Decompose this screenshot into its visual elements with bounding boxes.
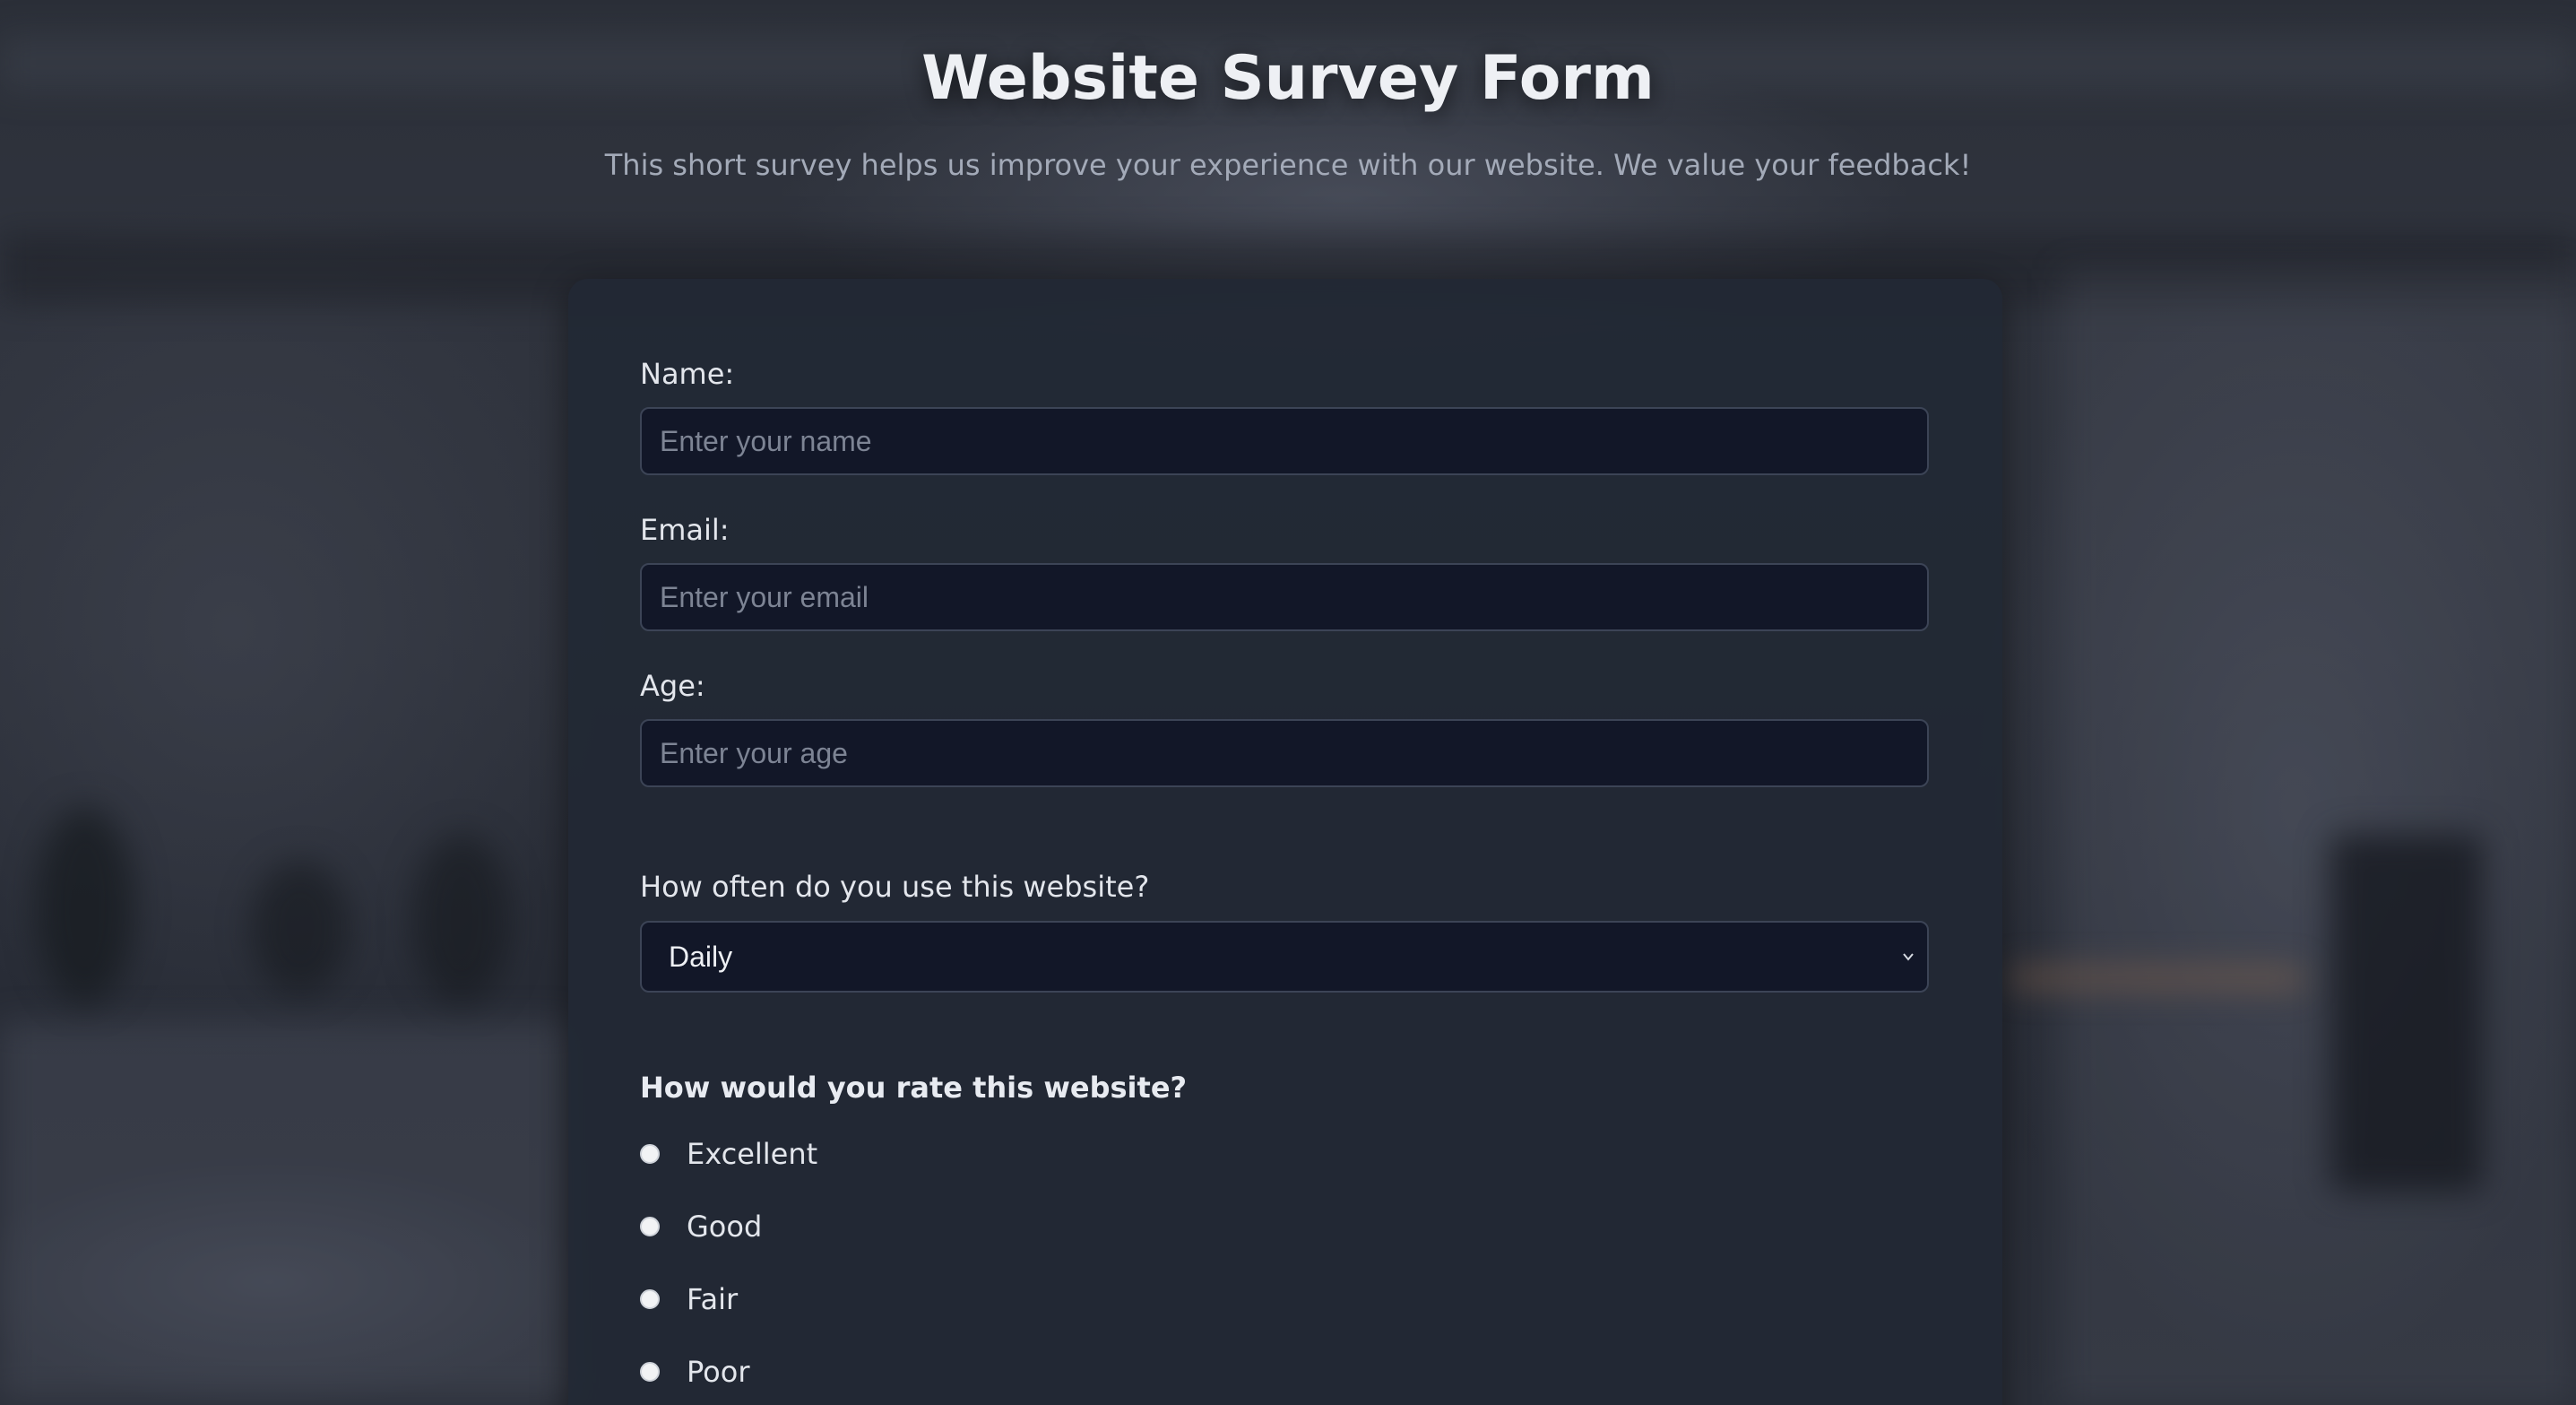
survey-form: Name: Email: Age: How often do you use t…: [568, 279, 2002, 1405]
name-label: Name:: [640, 357, 735, 391]
rating-option-label: Fair: [687, 1282, 739, 1316]
email-label: Email:: [640, 513, 730, 547]
radio-button[interactable]: [640, 1362, 660, 1382]
rating-option-fair[interactable]: Fair: [640, 1281, 1178, 1321]
rating-option-label: Poor: [687, 1355, 750, 1389]
rating-option-excellent[interactable]: Excellent: [640, 1136, 1178, 1175]
age-input[interactable]: [640, 719, 1929, 787]
rating-option-label: Good: [687, 1210, 763, 1244]
page-title: Website Survey Form: [921, 43, 1655, 114]
page-subtitle: This short survey helps us improve your …: [604, 148, 1972, 182]
rating-option-poor[interactable]: Poor: [640, 1354, 1178, 1393]
chevron-down-icon: [1902, 950, 1915, 962]
age-label: Age:: [640, 669, 705, 703]
frequency-label: How often do you use this website?: [640, 870, 1150, 904]
radio-button[interactable]: [640, 1217, 660, 1236]
radio-button[interactable]: [640, 1144, 660, 1164]
rating-question: How would you rate this website?: [640, 1071, 1188, 1105]
name-input[interactable]: [640, 407, 1929, 475]
email-input[interactable]: [640, 563, 1929, 631]
rating-option-good[interactable]: Good: [640, 1209, 1178, 1248]
frequency-select[interactable]: Daily: [640, 921, 1929, 993]
frequency-selected-value: Daily: [669, 941, 733, 973]
rating-option-label: Excellent: [687, 1137, 818, 1171]
radio-button[interactable]: [640, 1289, 660, 1309]
